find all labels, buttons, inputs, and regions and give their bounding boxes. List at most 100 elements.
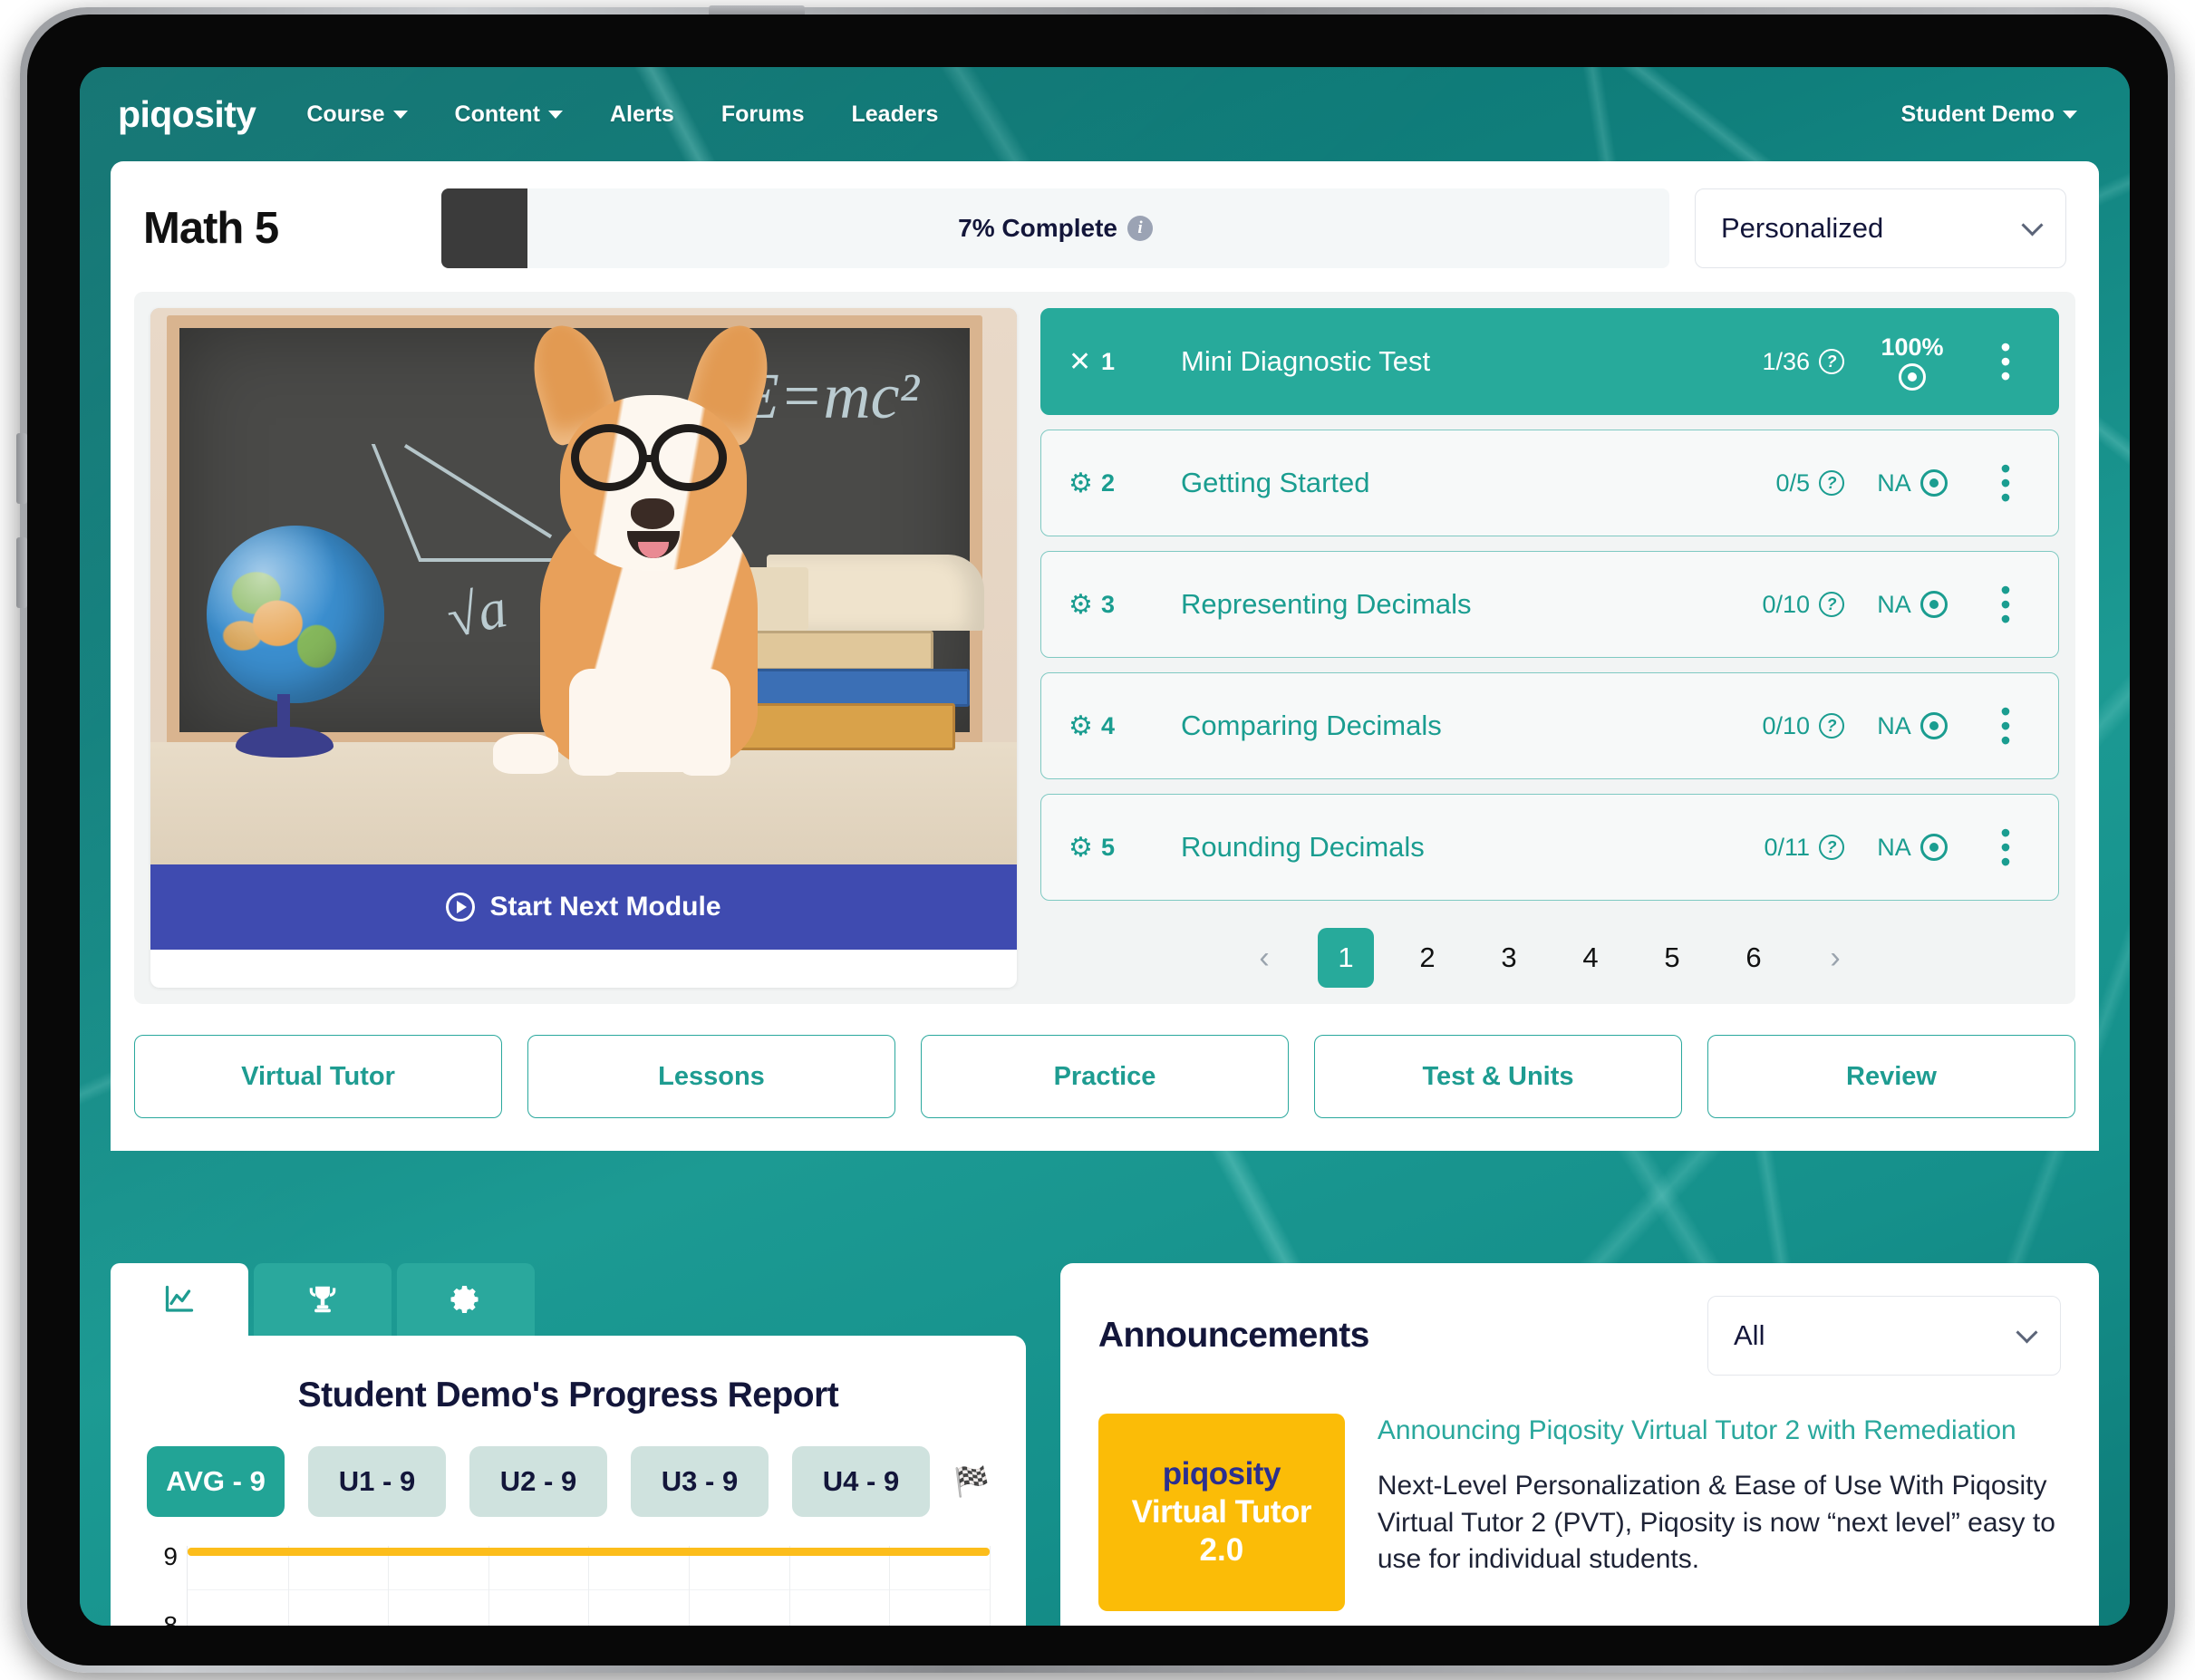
chevron-down-icon	[547, 110, 563, 119]
module-row[interactable]: ⚙ 4 Comparing Decimals 0/10 ? NA • • •	[1040, 672, 2059, 779]
nav-item-alerts[interactable]: Alerts	[610, 101, 674, 128]
pagination-next[interactable]: ›	[1807, 928, 1863, 988]
dog-leg-left	[569, 669, 622, 776]
line-chart-icon	[165, 1285, 194, 1312]
pagination-page-6[interactable]: 6	[1726, 928, 1782, 988]
chart-gridline	[488, 1546, 489, 1626]
checkered-flag-icon: 🏁	[953, 1465, 990, 1498]
module-title: Comparing Decimals	[1181, 710, 1442, 741]
pagination-page-4[interactable]: 4	[1562, 928, 1619, 988]
announcement-link[interactable]: Announcing Piqosity Virtual Tutor 2 with…	[1378, 1414, 2061, 1448]
announcement-body: Announcing Piqosity Virtual Tutor 2 with…	[1378, 1414, 2061, 1611]
pagination-page-5[interactable]: 5	[1644, 928, 1700, 988]
review-button[interactable]: Review	[1707, 1035, 2075, 1118]
glasses-bridge	[645, 455, 656, 462]
module-title: Getting Started	[1181, 467, 1370, 498]
target-icon[interactable]	[1899, 362, 1926, 391]
start-next-module-button[interactable]: Start Next Module	[150, 864, 1017, 950]
sitemap-icon: ⚙	[1068, 468, 1093, 498]
module-options-button[interactable]: • • •	[1980, 818, 2031, 876]
tab-achievements[interactable]	[254, 1263, 392, 1336]
announcements-filter-select[interactable]: All	[1707, 1296, 2061, 1376]
module-number: 4	[1101, 711, 1116, 739]
play-circle-icon	[446, 893, 476, 922]
module-options-button[interactable]: • • •	[1980, 575, 2031, 633]
module-score-value: NA	[1877, 590, 1911, 618]
practice-button[interactable]: Practice	[921, 1035, 1289, 1118]
question-mark-icon[interactable]: ?	[1819, 592, 1844, 617]
question-mark-icon[interactable]: ?	[1819, 835, 1844, 860]
shuffle-icon: ✕	[1068, 346, 1092, 377]
module-row[interactable]: ⚙ 3 Representing Decimals 0/10 ? NA • • …	[1040, 551, 2059, 658]
tablet-screen: piqosity Course Content Alerts Forums Le…	[80, 67, 2130, 1626]
module-number: 2	[1101, 468, 1116, 497]
module-score: NA	[1844, 712, 1980, 740]
announcement-item: piqosity Virtual Tutor 2.0 Announcing Pi…	[1098, 1414, 2061, 1611]
lessons-button[interactable]: Lessons	[527, 1035, 895, 1118]
announcement-text: Next-Level Personalization & Ease of Use…	[1377, 1471, 2055, 1574]
module-options-button[interactable]: • • •	[1980, 333, 2031, 391]
progress-chart: 9 8	[147, 1542, 991, 1626]
module-score-value: NA	[1877, 711, 1911, 739]
info-icon[interactable]: i	[1127, 216, 1153, 241]
nav-item-leaders[interactable]: Leaders	[852, 101, 939, 128]
module-count-value: 0/10	[1762, 711, 1810, 739]
glasses-lens-right	[651, 424, 727, 491]
tab-settings[interactable]	[397, 1263, 535, 1336]
module-row[interactable]: ⚙ 5 Rounding Decimals 0/11 ? NA • • •	[1040, 794, 2059, 901]
module-options-button[interactable]: • • •	[1980, 454, 2031, 512]
page-title: Math 5	[143, 204, 279, 253]
module-count-value: 0/10	[1762, 590, 1810, 618]
user-menu-label: Student Demo	[1900, 101, 2055, 127]
unit-tab-u3[interactable]: U3 - 9	[631, 1446, 769, 1517]
test-and-units-button[interactable]: Test & Units	[1314, 1035, 1682, 1118]
target-icon[interactable]	[1919, 591, 1948, 618]
dog-paw	[493, 734, 558, 774]
chart-plot-area	[187, 1546, 991, 1626]
nav-item-content[interactable]: Content	[455, 101, 563, 128]
question-mark-icon[interactable]: ?	[1819, 470, 1844, 496]
action-button-row: Virtual Tutor Lessons Practice Test & Un…	[111, 1004, 2099, 1151]
pagination-prev[interactable]: ‹	[1236, 928, 1292, 988]
sitemap-icon: ⚙	[1068, 589, 1093, 620]
badge-version-line: 2.0	[1199, 1532, 1244, 1568]
nav-label-alerts: Alerts	[609, 101, 674, 127]
tab-progress-chart[interactable]	[111, 1263, 248, 1336]
badge-product-line: Virtual Tutor	[1131, 1494, 1312, 1530]
module-options-button[interactable]: • • •	[1980, 697, 2031, 755]
question-mark-icon[interactable]: ?	[1819, 713, 1844, 739]
volume-up-button[interactable]	[16, 433, 27, 504]
module-count-value: 0/5	[1775, 468, 1810, 497]
virtual-tutor-button[interactable]: Virtual Tutor	[134, 1035, 502, 1118]
unit-tab-u2[interactable]: U2 - 9	[469, 1446, 607, 1517]
module-score: NA	[1844, 469, 1980, 497]
pagination-page-3[interactable]: 3	[1481, 928, 1537, 988]
module-row[interactable]: ✕ 1 Mini Diagnostic Test 1/36 ? 100% • •…	[1040, 308, 2059, 415]
module-row[interactable]: ⚙ 2 Getting Started 0/5 ? NA • • •	[1040, 430, 2059, 536]
globe-icon	[207, 526, 384, 703]
chart-gridline	[588, 1546, 590, 1626]
pagination-page-1[interactable]: 1	[1318, 928, 1374, 988]
tablet-device-frame: piqosity Course Content Alerts Forums Le…	[16, 5, 2175, 1673]
pagination-page-2[interactable]: 2	[1399, 928, 1455, 988]
unit-tab-avg[interactable]: AVG - 9	[147, 1446, 285, 1517]
module-number: 3	[1101, 590, 1116, 618]
target-icon[interactable]	[1919, 469, 1948, 497]
user-menu[interactable]: Student Demo	[1901, 101, 2077, 128]
unit-tab-u1[interactable]: U1 - 9	[308, 1446, 446, 1517]
target-icon[interactable]	[1919, 834, 1948, 861]
chart-y-axis: 9 8	[147, 1542, 187, 1626]
bottom-section: Student Demo's Progress Report AVG - 9 U…	[111, 1263, 2099, 1626]
module-question-count: 0/10 ?	[1726, 712, 1844, 740]
unit-tab-u4[interactable]: U4 - 9	[792, 1446, 930, 1517]
learning-mode-select[interactable]: Personalized	[1695, 188, 2066, 268]
sitemap-icon: ⚙	[1068, 710, 1093, 741]
volume-down-button[interactable]	[16, 537, 27, 608]
module-list: ✕ 1 Mini Diagnostic Test 1/36 ? 100% • •…	[1040, 308, 2059, 988]
target-icon[interactable]	[1919, 712, 1948, 739]
nav-item-course[interactable]: Course	[306, 101, 408, 128]
sitemap-icon: ⚙	[1068, 832, 1093, 863]
piqosity-logo[interactable]: piqosity	[118, 93, 256, 136]
question-mark-icon[interactable]: ?	[1819, 349, 1844, 374]
nav-item-forums[interactable]: Forums	[721, 101, 805, 128]
